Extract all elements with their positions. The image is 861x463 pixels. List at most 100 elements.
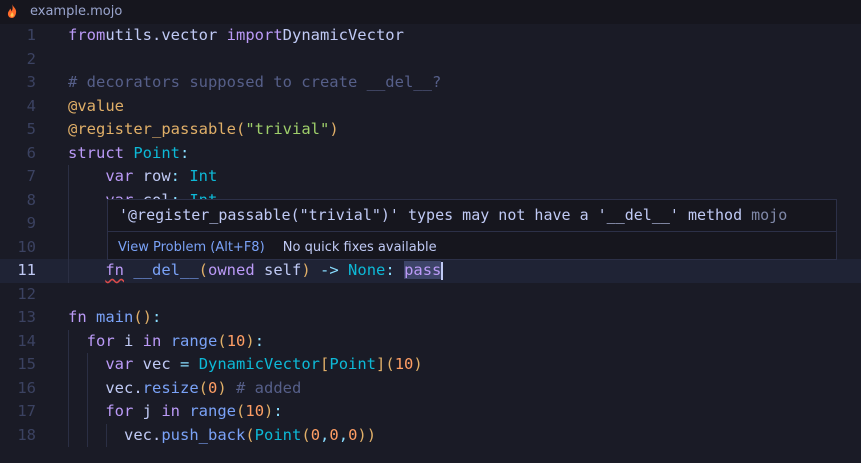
code-token: range [170, 331, 218, 350]
line-number: 18 [17, 425, 36, 444]
code-line[interactable]: 6 struct Point: [0, 142, 861, 166]
indent-guide [106, 423, 107, 447]
code-token: vec. [68, 378, 143, 397]
code-token: -> [310, 261, 339, 279]
code-line[interactable]: 17 for j in range(10): [0, 400, 861, 424]
code-line[interactable]: 12 [0, 283, 861, 307]
code-token: ( [235, 120, 246, 138]
code-token: 0 [329, 425, 339, 444]
code-token: ) [329, 120, 339, 138]
code-token: pass [404, 261, 442, 279]
code-token: ]( [376, 355, 395, 373]
line-number: 1 [26, 26, 36, 44]
hover-divider [108, 231, 836, 232]
code-token: 10 [226, 331, 246, 350]
line-code: fn main(): [68, 306, 161, 330]
code-token: main [96, 308, 134, 326]
code-token: ( [301, 425, 311, 444]
code-token: # added [226, 378, 302, 397]
code-token: "trivial" [245, 120, 330, 138]
code-token: ) [245, 331, 255, 350]
code-token: import [226, 26, 283, 44]
hover-actions: View Problem (Alt+F8) No quick fixes ava… [118, 240, 437, 255]
code-token: : [254, 331, 265, 350]
code-token: [ [320, 355, 330, 373]
line-code: @register_passable("trivial") [68, 118, 339, 142]
code-line[interactable]: 16 vec.resize(0) # added [0, 377, 861, 401]
code-token: 10 [394, 355, 414, 373]
code-token: fn [68, 308, 87, 326]
code-token: vec. [68, 425, 162, 444]
code-token: @register_passable [68, 120, 236, 138]
code-token: 10 [245, 402, 265, 420]
line-number: 7 [26, 167, 36, 185]
code-line[interactable]: 18 vec.push_back(Point(0,0,0)) [0, 424, 861, 448]
code-line[interactable]: 11 fn __del__(owned self) -> None: pass [0, 259, 861, 283]
line-code: fromutils.vector importDynamicVector [68, 24, 404, 48]
code-line[interactable]: 4 @value [0, 95, 861, 119]
problem-source: mojo [751, 206, 788, 224]
code-token: row [133, 167, 171, 185]
code-line[interactable]: 2 [0, 48, 861, 72]
code-token: var [105, 167, 134, 185]
code-line[interactable]: 13 fn main(): [0, 306, 861, 330]
code-token: ) [264, 402, 274, 420]
code-line[interactable]: 3 # decorators supposed to create __del__… [0, 71, 861, 95]
code-token: 0 [348, 425, 358, 444]
line-code: vec.push_back(Point(0,0,0)) [68, 424, 376, 448]
line-number: 11 [17, 261, 36, 279]
code-token: () [133, 308, 153, 326]
code-token: Point [133, 143, 181, 162]
code-token: , [338, 425, 349, 444]
code-token: from [68, 26, 106, 44]
line-code: @value [68, 95, 124, 119]
code-line[interactable]: 14 for i in range(10): [0, 330, 861, 354]
code-token: j [133, 402, 162, 420]
code-token: utils.vector [105, 26, 227, 44]
code-token: Point [254, 425, 302, 444]
code-line[interactable]: 7 var row: Int [0, 165, 861, 189]
editor-tab[interactable]: example.mojo [0, 0, 861, 24]
line-number: 13 [17, 308, 36, 326]
code-token: , [320, 425, 330, 444]
code-token: struct [68, 143, 124, 162]
line-code: for i in range(10): [68, 330, 264, 354]
problem-hover-widget: '@register_passable("trivial")' types ma… [107, 199, 837, 260]
line-code: var row: Int [68, 165, 217, 189]
code-token: in [142, 331, 162, 350]
code-token: None [348, 261, 386, 279]
line-code: var vec = DynamicVector[Point](10) [68, 353, 423, 377]
code-token: DynamicVector [198, 355, 321, 373]
code-token: in [161, 402, 180, 420]
problem-message-text: '@register_passable("trivial")' types ma… [119, 206, 743, 224]
view-problem-link[interactable]: View Problem (Alt+F8) [118, 240, 265, 255]
line-number: 17 [17, 402, 36, 420]
indent-guide [68, 165, 69, 283]
code-token: fn [105, 261, 124, 279]
code-token: ) [413, 355, 423, 373]
code-token: : [170, 167, 180, 185]
code-line[interactable]: 5 @register_passable("trivial") [0, 118, 861, 142]
code-token: vec [133, 355, 180, 373]
line-code: for j in range(10): [68, 400, 282, 424]
code-line[interactable]: 15 var vec = DynamicVector[Point](10) [0, 353, 861, 377]
code-token: @value [68, 96, 124, 115]
code-token: for [86, 331, 115, 350]
code-token: push_back [161, 425, 246, 444]
code-token: ) [217, 378, 227, 397]
code-token: ( [217, 331, 227, 350]
code-token: i [114, 331, 143, 350]
code-token: ( [245, 425, 255, 444]
line-number: 3 [26, 73, 36, 91]
code-line[interactable]: 1 fromutils.vector importDynamicVector [0, 24, 861, 48]
